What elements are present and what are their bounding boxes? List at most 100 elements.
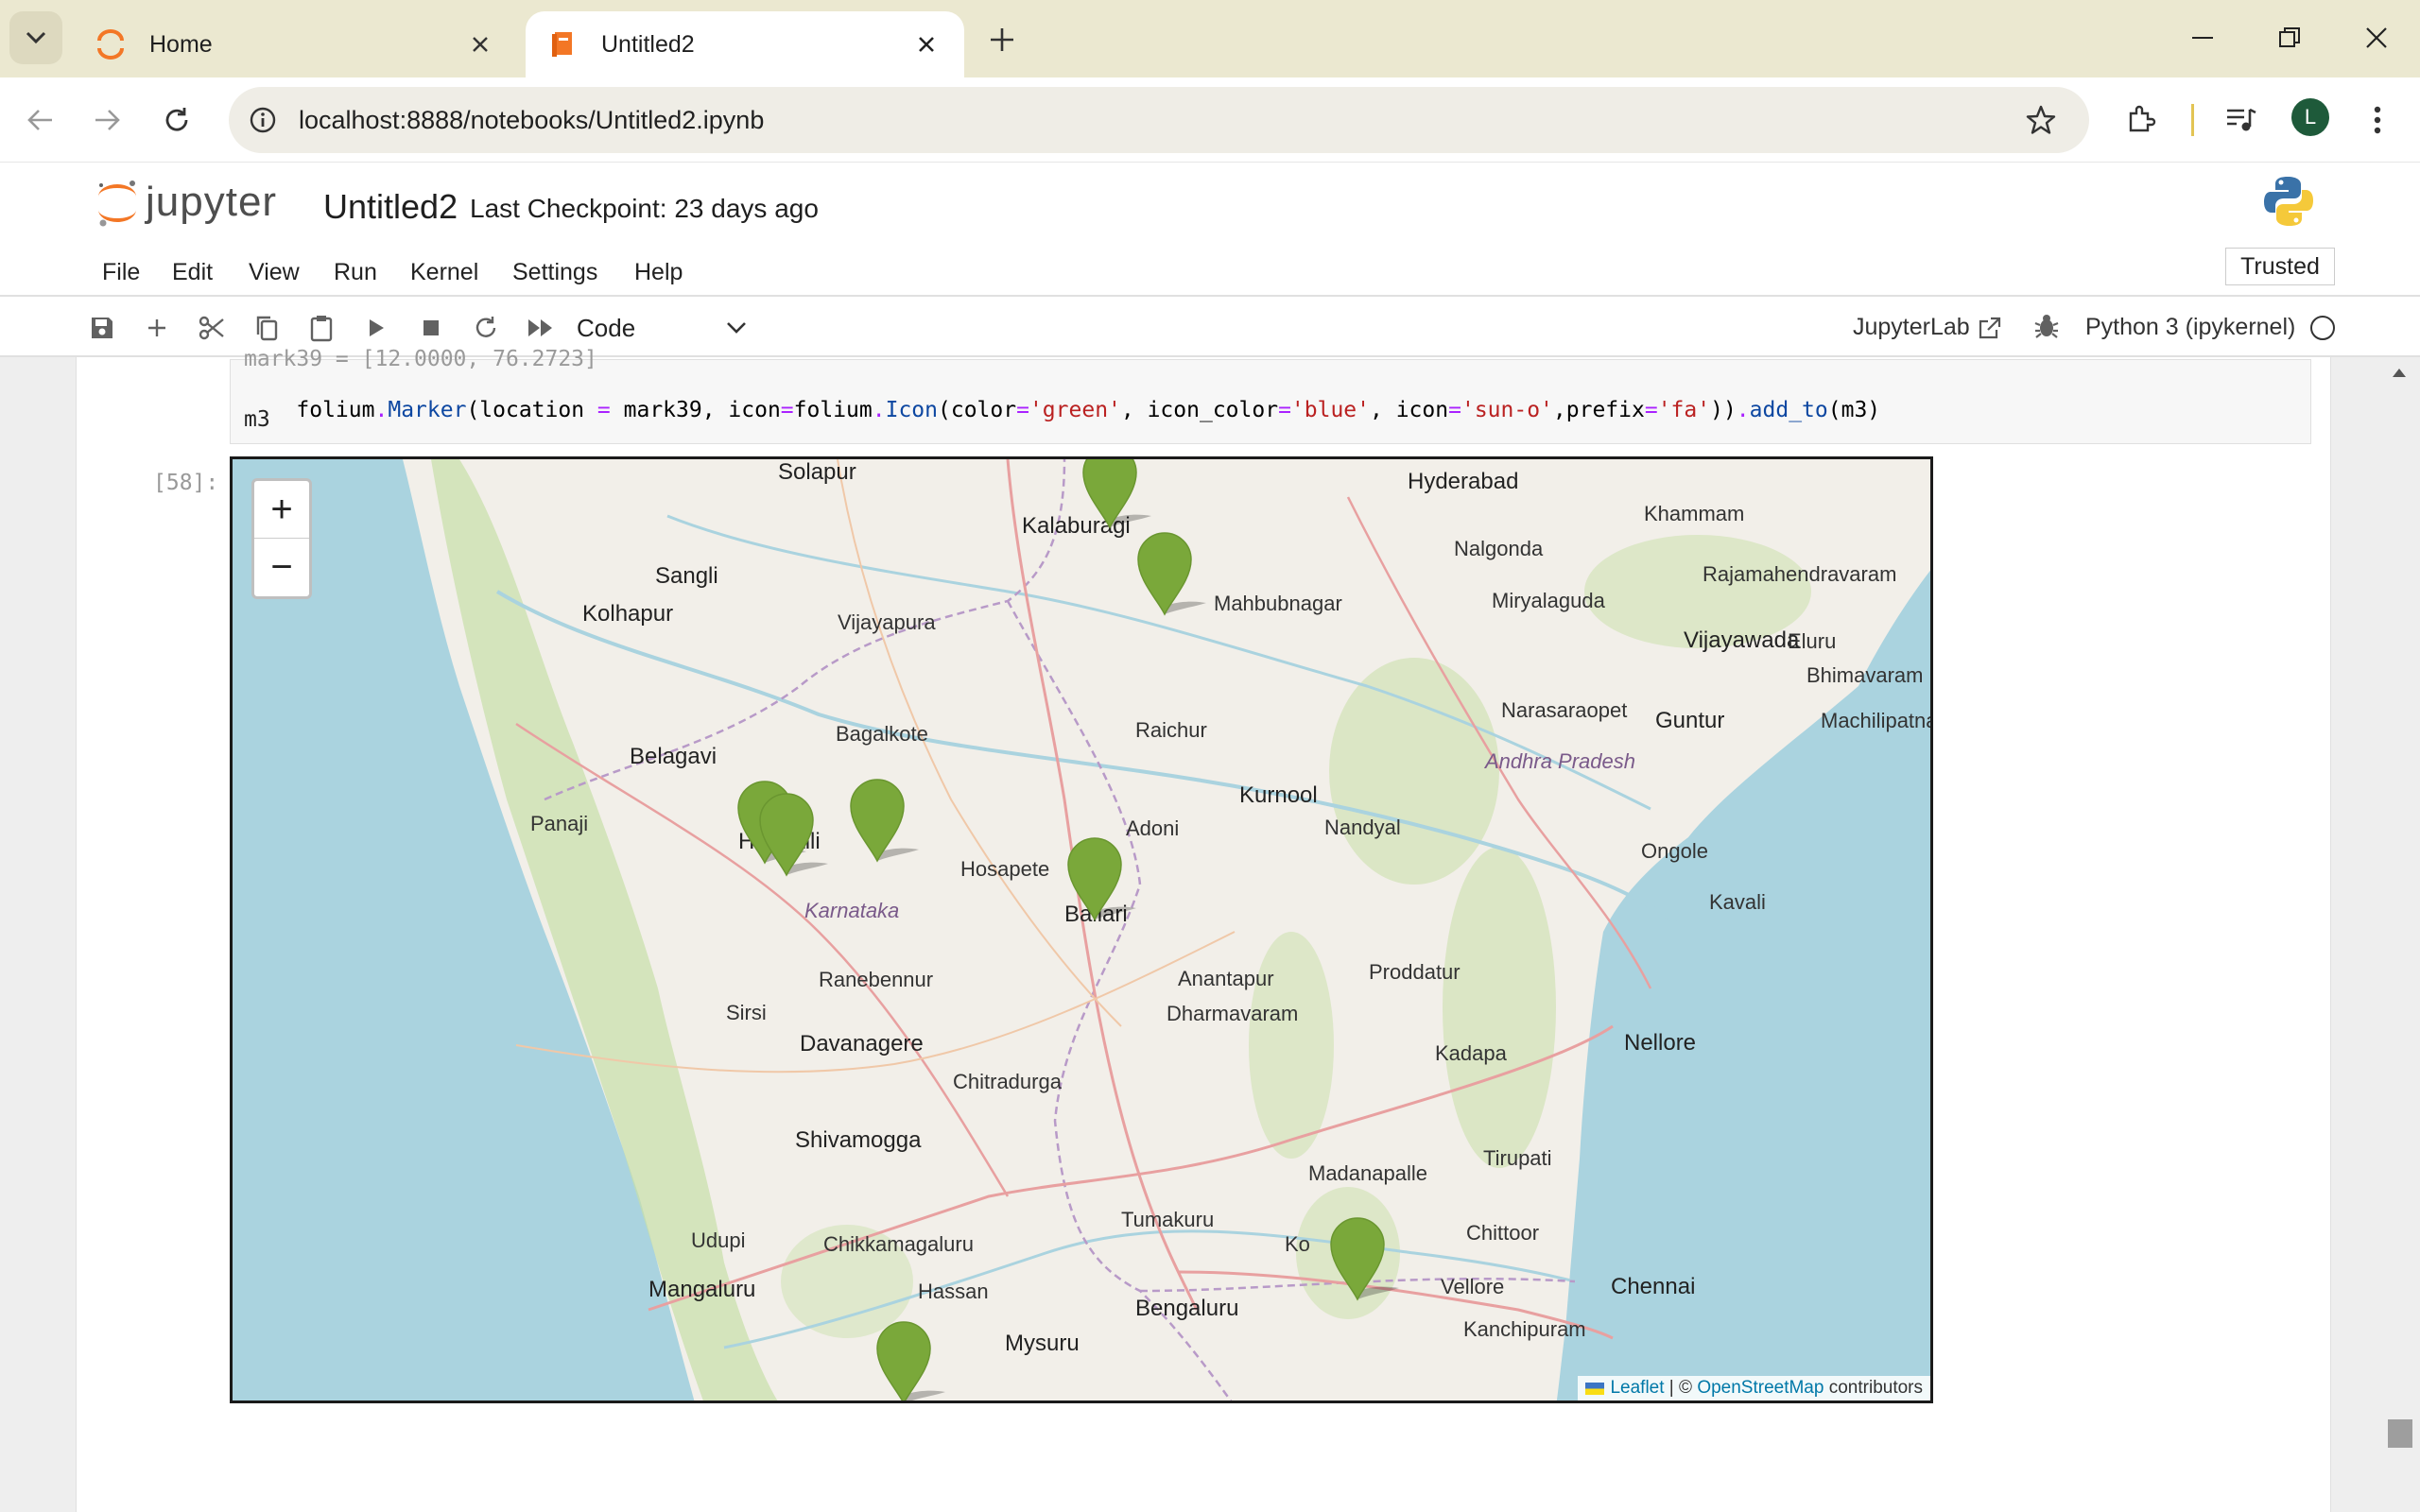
close-icon[interactable] bbox=[909, 27, 943, 61]
url-text[interactable]: localhost:8888/notebooks/Untitled2.ipynb bbox=[299, 106, 2017, 135]
map-marker[interactable] bbox=[758, 788, 828, 879]
close-icon[interactable] bbox=[463, 27, 497, 61]
profile-avatar[interactable]: L bbox=[2291, 98, 2329, 136]
scroll-up-arrow-icon[interactable] bbox=[2392, 367, 2407, 378]
cell-type-select[interactable]: Code bbox=[577, 308, 747, 348]
place-label: Davanagere bbox=[800, 1031, 924, 1057]
media-controls-button[interactable] bbox=[2218, 96, 2265, 144]
open-jupyterlab-link[interactable]: JupyterLab bbox=[1853, 314, 2002, 341]
place-label: Kanchipuram bbox=[1463, 1317, 1586, 1341]
menu-settings[interactable]: Settings bbox=[512, 259, 597, 286]
place-label: Mysuru bbox=[1005, 1331, 1080, 1356]
scissors-icon bbox=[199, 316, 224, 340]
place-label: Ranebennur bbox=[819, 968, 934, 991]
kernel-name: Python 3 (ipykernel) bbox=[2085, 314, 2296, 340]
trusted-indicator[interactable]: Trusted bbox=[2225, 248, 2335, 285]
menu-kernel[interactable]: Kernel bbox=[410, 259, 478, 286]
restart-run-all-button[interactable] bbox=[524, 311, 558, 345]
reload-icon bbox=[165, 108, 188, 131]
site-info-icon[interactable] bbox=[244, 101, 282, 139]
menu-help[interactable]: Help bbox=[634, 259, 683, 286]
arrow-right-icon bbox=[95, 110, 120, 130]
menu-file[interactable]: File bbox=[102, 259, 140, 286]
bookmark-star-icon[interactable] bbox=[2017, 96, 2065, 144]
menu-view[interactable]: View bbox=[249, 259, 300, 286]
browser-menu-button[interactable] bbox=[2354, 96, 2401, 144]
zoom-out-button[interactable]: − bbox=[254, 539, 309, 596]
run-cell-button[interactable] bbox=[359, 311, 393, 345]
folium-map[interactable]: Solapur Hyderabad Khammam Kalaburagi Nalgond… bbox=[230, 456, 1933, 1403]
map-marker[interactable] bbox=[849, 774, 919, 865]
place-label: Ongole bbox=[1641, 839, 1708, 863]
place-label: Shivamogga bbox=[795, 1127, 922, 1153]
place-label: Narasaraopet bbox=[1501, 698, 1628, 722]
clipboard-icon bbox=[310, 316, 333, 342]
minimize-button[interactable] bbox=[2174, 13, 2231, 62]
new-tab-button[interactable] bbox=[979, 17, 1025, 62]
back-button[interactable] bbox=[17, 96, 64, 144]
map-marker[interactable] bbox=[1329, 1212, 1399, 1303]
place-label: Vijayawada bbox=[1684, 627, 1800, 653]
place-label: Rajamahendravaram bbox=[1703, 562, 1897, 586]
attribution-tail: contributors bbox=[1824, 1378, 1923, 1398]
place-label: Nalgonda bbox=[1454, 537, 1544, 560]
paste-button[interactable] bbox=[304, 311, 338, 345]
jupyter-logo-icon bbox=[98, 180, 136, 227]
cut-button[interactable] bbox=[195, 311, 229, 345]
kernel-status[interactable]: Python 3 (ipykernel) bbox=[2085, 314, 2336, 341]
tab-label: Home bbox=[149, 30, 213, 58]
place-label: Machilipatnam bbox=[1821, 709, 1930, 732]
place-label: Chikkamagaluru bbox=[823, 1232, 974, 1256]
notebook-title[interactable]: Untitled2 bbox=[323, 187, 458, 227]
jupyter-wordmark: jupyter bbox=[146, 179, 278, 225]
place-label: Raichur bbox=[1135, 718, 1207, 742]
play-icon bbox=[370, 319, 384, 336]
code-line-2: m3 bbox=[244, 407, 270, 432]
menu-edit[interactable]: Edit bbox=[172, 259, 213, 286]
code-line-partial: mark39 = [12.0000, 76.2723] bbox=[244, 347, 597, 371]
insert-cell-button[interactable] bbox=[140, 311, 174, 345]
osm-link[interactable]: OpenStreetMap bbox=[1697, 1378, 1824, 1399]
leaflet-link[interactable]: Leaflet bbox=[1610, 1378, 1664, 1399]
kernel-idle-icon bbox=[2310, 315, 2336, 340]
restore-button[interactable] bbox=[2261, 13, 2318, 62]
map-marker[interactable] bbox=[1136, 527, 1206, 618]
place-label: Belagavi bbox=[630, 744, 717, 769]
map-marker[interactable] bbox=[1081, 459, 1151, 531]
window-close-button[interactable] bbox=[2348, 13, 2405, 62]
restart-kernel-button[interactable] bbox=[469, 311, 503, 345]
tab-search-button[interactable] bbox=[9, 11, 62, 64]
place-label: Hosapete bbox=[960, 857, 1050, 881]
place-label: Guntur bbox=[1655, 708, 1725, 733]
place-label: Bhimavaram bbox=[1806, 663, 1924, 687]
address-bar[interactable]: localhost:8888/notebooks/Untitled2.ipynb bbox=[229, 87, 2089, 153]
place-label: Kavali bbox=[1709, 890, 1766, 914]
minimize-icon bbox=[2192, 37, 2213, 39]
place-label: Kadapa bbox=[1435, 1041, 1507, 1065]
plus-icon bbox=[148, 319, 165, 336]
jupyter-logo[interactable]: jupyter bbox=[95, 176, 277, 229]
last-checkpoint: Last Checkpoint: 23 days ago bbox=[470, 194, 819, 223]
zoom-in-button[interactable]: + bbox=[254, 481, 309, 539]
restart-icon bbox=[475, 317, 496, 337]
interrupt-kernel-button[interactable] bbox=[414, 311, 448, 345]
menu-run[interactable]: Run bbox=[334, 259, 377, 286]
tab-untitled2[interactable]: Untitled2 bbox=[526, 11, 964, 77]
plus-icon bbox=[991, 28, 1013, 51]
copy-button[interactable] bbox=[250, 311, 284, 345]
reload-button[interactable] bbox=[153, 96, 200, 144]
forward-button[interactable] bbox=[83, 96, 130, 144]
browser-tab-bar: Home Untitled2 bbox=[0, 0, 2420, 77]
map-marker[interactable] bbox=[875, 1316, 945, 1400]
place-label: Bengaluru bbox=[1135, 1296, 1239, 1321]
debugger-icon[interactable] bbox=[2032, 312, 2061, 340]
tab-home[interactable]: Home bbox=[74, 11, 518, 77]
place-label: Chitradurga bbox=[953, 1070, 1062, 1093]
tab-label: Untitled2 bbox=[601, 30, 695, 58]
extensions-button[interactable] bbox=[2118, 96, 2165, 144]
map-marker[interactable] bbox=[1066, 833, 1136, 923]
code-cell-input[interactable]: mark39 = [12.0000, 76.2723] folium.Marke… bbox=[230, 347, 2311, 444]
save-button[interactable] bbox=[85, 311, 119, 345]
scrollbar-thumb[interactable] bbox=[2388, 1419, 2412, 1448]
place-label: Mangaluru bbox=[648, 1277, 756, 1302]
